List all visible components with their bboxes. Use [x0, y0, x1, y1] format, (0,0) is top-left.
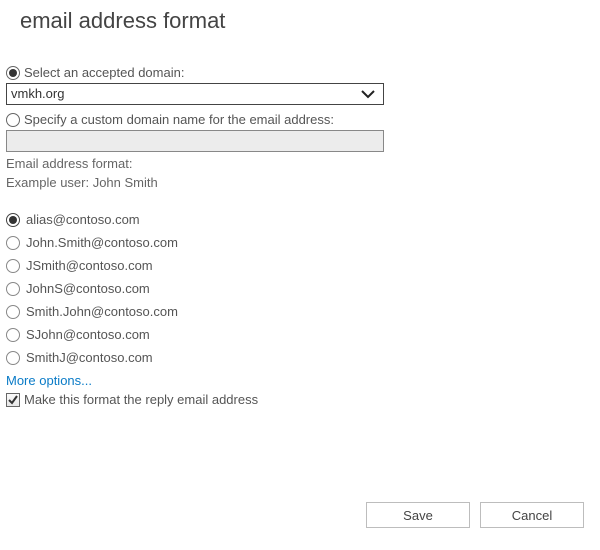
format-radio[interactable]: [6, 213, 20, 227]
format-option[interactable]: SJohn@contoso.com: [6, 323, 594, 346]
format-label: SmithJ@contoso.com: [26, 350, 153, 365]
format-option[interactable]: alias@contoso.com: [6, 208, 594, 231]
custom-domain-input[interactable]: [6, 130, 384, 152]
reply-checkbox[interactable]: [6, 393, 20, 407]
format-radio[interactable]: [6, 305, 20, 319]
domain-select-radio-row[interactable]: Select an accepted domain:: [6, 64, 594, 81]
format-option[interactable]: SmithJ@contoso.com: [6, 346, 594, 369]
format-radio[interactable]: [6, 282, 20, 296]
button-bar: Save Cancel: [366, 502, 584, 528]
format-option[interactable]: Smith.John@contoso.com: [6, 300, 594, 323]
domain-dropdown[interactable]: vmkh.org: [6, 83, 384, 105]
more-options-link[interactable]: More options...: [6, 373, 594, 388]
save-button[interactable]: Save: [366, 502, 470, 528]
format-option[interactable]: JohnS@contoso.com: [6, 277, 594, 300]
format-option[interactable]: JSmith@contoso.com: [6, 254, 594, 277]
format-label: Smith.John@contoso.com: [26, 304, 178, 319]
format-label: John.Smith@contoso.com: [26, 235, 178, 250]
reply-checkbox-row[interactable]: Make this format the reply email address: [6, 392, 594, 407]
format-label: JSmith@contoso.com: [26, 258, 153, 273]
custom-domain-label: Specify a custom domain name for the ema…: [24, 112, 334, 127]
cancel-button[interactable]: Cancel: [480, 502, 584, 528]
page-title: email address format: [20, 8, 594, 34]
domain-select-radio[interactable]: [6, 66, 20, 80]
custom-domain-radio-row[interactable]: Specify a custom domain name for the ema…: [6, 111, 594, 128]
format-label: alias@contoso.com: [26, 212, 140, 227]
chevron-down-icon: [361, 89, 379, 99]
domain-select-label: Select an accepted domain:: [24, 65, 184, 80]
format-list: alias@contoso.com John.Smith@contoso.com J…: [6, 208, 594, 369]
format-radio[interactable]: [6, 328, 20, 342]
reply-checkbox-label: Make this format the reply email address: [24, 392, 258, 407]
format-label: SJohn@contoso.com: [26, 327, 150, 342]
format-radio[interactable]: [6, 351, 20, 365]
format-option[interactable]: John.Smith@contoso.com: [6, 231, 594, 254]
custom-domain-radio[interactable]: [6, 113, 20, 127]
example-user-text: Example user: John Smith: [6, 175, 594, 190]
domain-dropdown-value: vmkh.org: [11, 84, 64, 104]
format-heading: Email address format:: [6, 156, 594, 171]
format-radio[interactable]: [6, 236, 20, 250]
format-label: JohnS@contoso.com: [26, 281, 150, 296]
format-radio[interactable]: [6, 259, 20, 273]
